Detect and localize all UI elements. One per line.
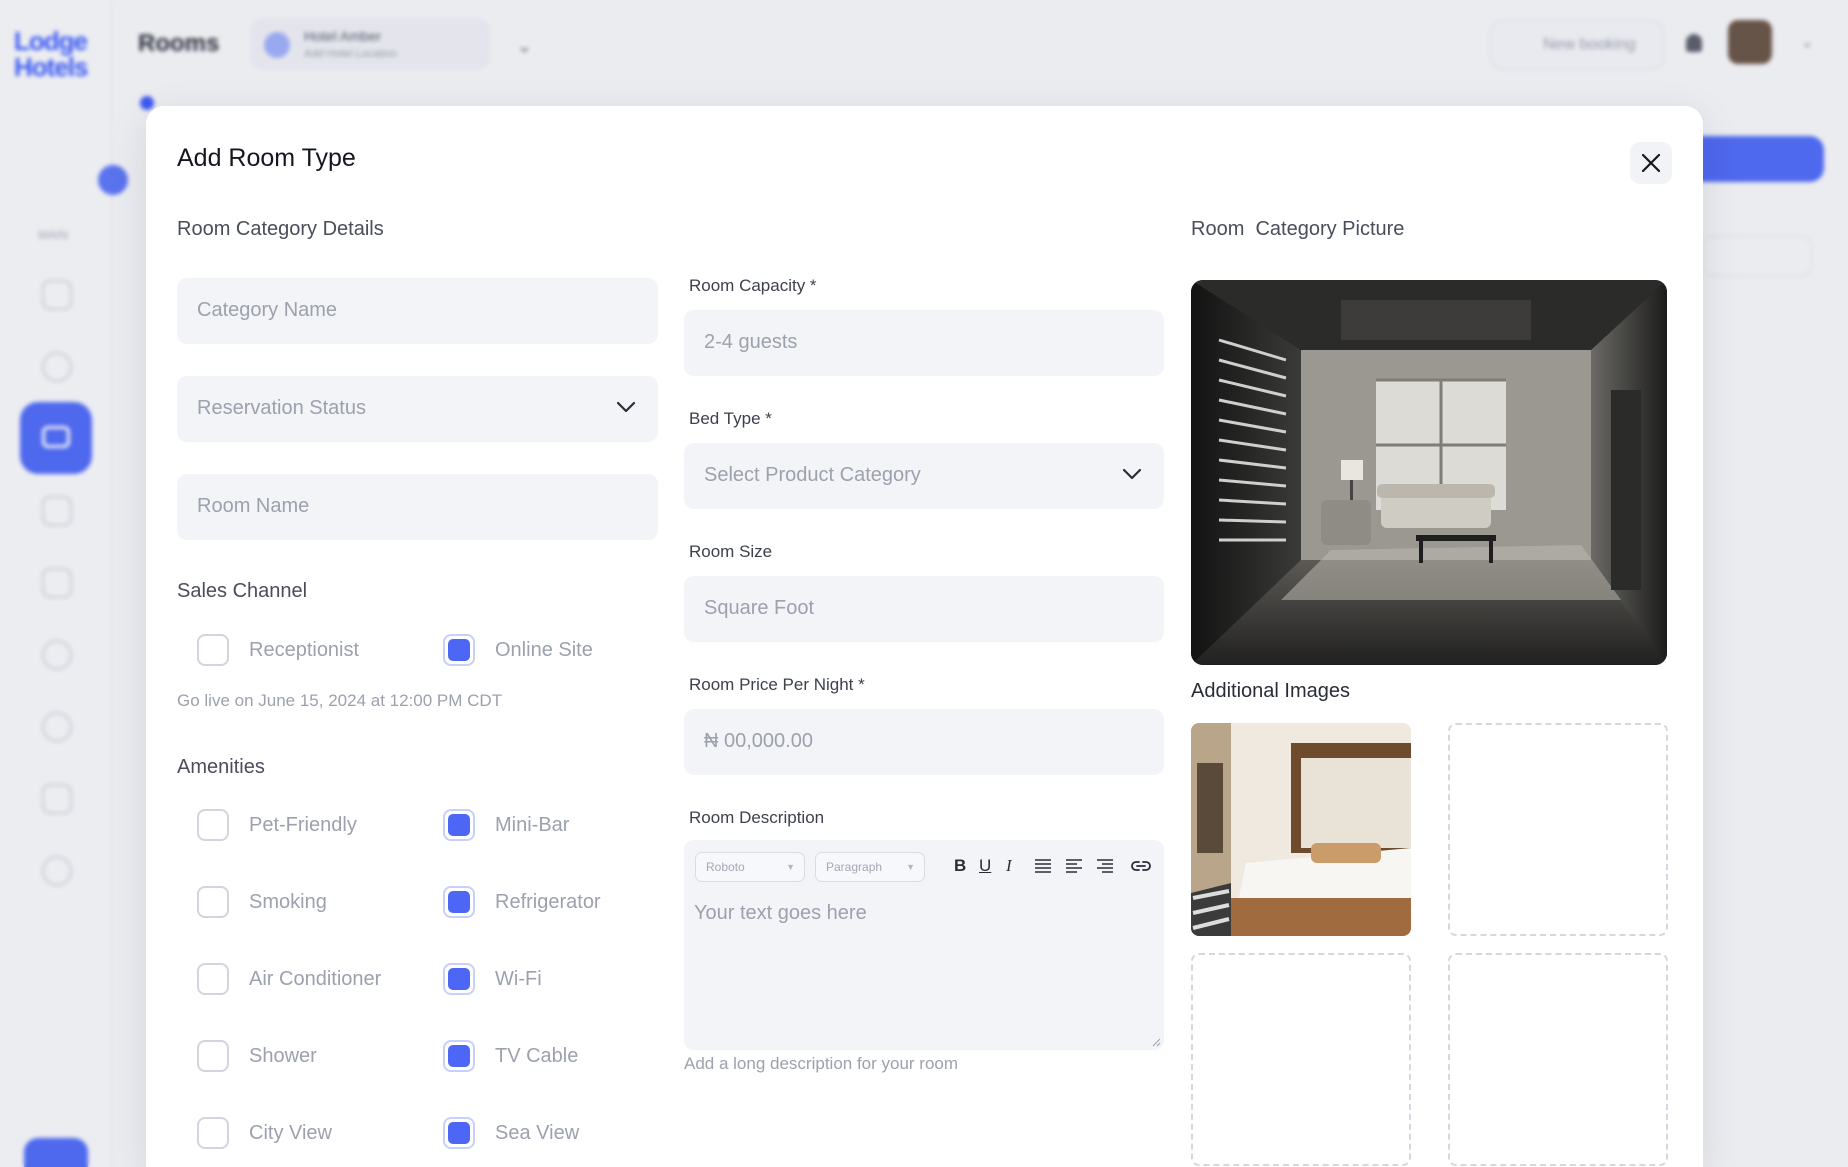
room-name-input[interactable]: Room Name bbox=[177, 474, 658, 540]
checkbox-box[interactable] bbox=[197, 963, 229, 995]
checkbox-box[interactable] bbox=[443, 886, 475, 918]
room-price-label: Room Price Per Night * bbox=[689, 675, 865, 694]
align-right-icon[interactable] bbox=[1096, 859, 1114, 873]
modal-title: Add Room Type bbox=[177, 144, 356, 172]
category-name-placeholder: Category Name bbox=[197, 299, 338, 321]
room-photo-image bbox=[1191, 280, 1667, 665]
checkbox-label: Mini-Bar bbox=[495, 813, 570, 836]
additional-image-1[interactable] bbox=[1191, 723, 1411, 936]
checkbox-box[interactable] bbox=[197, 1117, 229, 1149]
online-site-checkbox[interactable]: Online Site bbox=[443, 633, 593, 667]
room-size-label: Room Size bbox=[689, 542, 773, 561]
room-description-editor[interactable]: Roboto ▼ Paragraph ▼ B U I Your text goe… bbox=[684, 840, 1164, 1050]
checkbox-box[interactable] bbox=[443, 963, 475, 995]
bed-type-select[interactable]: Select Product Category bbox=[684, 443, 1164, 509]
room-category-picture[interactable] bbox=[1191, 280, 1667, 665]
checkbox-label: Air Conditioner bbox=[249, 967, 382, 990]
paragraph-style-value: Paragraph bbox=[826, 860, 883, 874]
room-category-picture-title: Room Category Picture bbox=[1191, 218, 1405, 240]
amenity-mini-bar-checkbox[interactable]: Mini-Bar bbox=[443, 808, 569, 842]
italic-icon[interactable]: I bbox=[1006, 856, 1012, 876]
room-size-input[interactable]: Square Foot bbox=[684, 576, 1164, 642]
add-room-type-modal: Add Room Type Room Category Details Cate… bbox=[146, 106, 1703, 1167]
receptionist-checkbox[interactable]: Receptionist bbox=[197, 633, 359, 667]
checkbox-label: Receptionist bbox=[249, 638, 360, 661]
reservation-status-select[interactable]: Reservation Status bbox=[177, 376, 658, 442]
add-image-slot-3[interactable] bbox=[1191, 953, 1411, 1166]
align-left-icon[interactable] bbox=[1065, 859, 1083, 873]
link-icon[interactable] bbox=[1130, 859, 1152, 873]
amenity-tv-cable-checkbox[interactable]: TV Cable bbox=[443, 1039, 578, 1073]
checkbox-box[interactable] bbox=[197, 1040, 229, 1072]
resize-handle-icon[interactable] bbox=[1151, 1037, 1161, 1047]
underline-icon[interactable]: U bbox=[979, 856, 991, 876]
description-hint: Add a long description for your room bbox=[684, 1054, 959, 1073]
close-icon bbox=[1641, 153, 1661, 173]
additional-images-title: Additional Images bbox=[1191, 680, 1350, 702]
font-family-value: Roboto bbox=[706, 860, 745, 874]
checkbox-box[interactable] bbox=[443, 1117, 475, 1149]
room-capacity-input[interactable]: 2-4 guests bbox=[684, 310, 1164, 376]
add-image-slot-4[interactable] bbox=[1448, 953, 1668, 1166]
category-name-input[interactable]: Category Name bbox=[177, 278, 658, 344]
room-price-placeholder: ₦ 00,000.00 bbox=[704, 730, 813, 752]
checkbox-box[interactable] bbox=[443, 809, 475, 841]
amenity-city-view-checkbox[interactable]: City View bbox=[197, 1116, 332, 1150]
checkbox-box[interactable] bbox=[197, 809, 229, 841]
bold-icon[interactable]: B bbox=[954, 856, 966, 876]
checkbox-box[interactable] bbox=[443, 1040, 475, 1072]
checkbox-label: Shower bbox=[249, 1044, 317, 1067]
bedroom-photo-image bbox=[1191, 723, 1411, 936]
room-capacity-placeholder: 2-4 guests bbox=[704, 331, 798, 353]
align-justify-icon[interactable] bbox=[1034, 859, 1052, 873]
checkbox-label: Online Site bbox=[495, 638, 593, 661]
amenity-air-conditioner-checkbox[interactable]: Air Conditioner bbox=[197, 962, 381, 996]
bed-type-placeholder: Select Product Category bbox=[704, 464, 921, 486]
room-name-placeholder: Room Name bbox=[197, 495, 310, 517]
amenity-smoking-checkbox[interactable]: Smoking bbox=[197, 885, 327, 919]
amenities-title: Amenities bbox=[177, 756, 265, 778]
amenity-refrigerator-checkbox[interactable]: Refrigerator bbox=[443, 885, 601, 919]
checkbox-label: Wi-Fi bbox=[495, 967, 542, 990]
room-size-placeholder: Square Foot bbox=[704, 597, 815, 619]
dropdown-triangle-icon: ▼ bbox=[786, 862, 795, 872]
room-price-input[interactable]: ₦ 00,000.00 bbox=[684, 709, 1164, 775]
add-image-slot-2[interactable] bbox=[1448, 723, 1668, 936]
reservation-status-placeholder: Reservation Status bbox=[197, 397, 366, 419]
amenity-sea-view-checkbox[interactable]: Sea View bbox=[443, 1116, 579, 1150]
checkbox-box[interactable] bbox=[443, 634, 475, 666]
room-category-details-title: Room Category Details bbox=[177, 218, 384, 240]
close-button[interactable] bbox=[1630, 142, 1672, 184]
checkbox-label: TV Cable bbox=[495, 1044, 579, 1067]
sales-channel-title: Sales Channel bbox=[177, 580, 308, 602]
checkbox-box[interactable] bbox=[197, 886, 229, 918]
font-family-select[interactable]: Roboto ▼ bbox=[695, 852, 805, 882]
amenity-wifi-checkbox[interactable]: Wi-Fi bbox=[443, 962, 542, 996]
go-live-hint: Go live on June 15, 2024 at 12:00 PM CDT bbox=[177, 691, 503, 710]
checkbox-label: Refrigerator bbox=[495, 890, 601, 913]
room-description-label: Room Description bbox=[689, 808, 825, 827]
amenity-pet-friendly-checkbox[interactable]: Pet-Friendly bbox=[197, 808, 357, 842]
bed-type-label: Bed Type * bbox=[689, 409, 772, 428]
dropdown-triangle-icon: ▼ bbox=[906, 862, 915, 872]
checkbox-label: City View bbox=[249, 1121, 332, 1144]
checkbox-label: Smoking bbox=[249, 890, 327, 913]
chevron-down-icon bbox=[616, 401, 636, 413]
paragraph-style-select[interactable]: Paragraph ▼ bbox=[815, 852, 925, 882]
checkbox-label: Pet-Friendly bbox=[249, 813, 357, 836]
description-placeholder: Your text goes here bbox=[694, 902, 867, 924]
checkbox-label: Sea View bbox=[495, 1121, 580, 1144]
checkbox-box[interactable] bbox=[197, 634, 229, 666]
room-capacity-label: Room Capacity * bbox=[689, 276, 817, 295]
amenity-shower-checkbox[interactable]: Shower bbox=[197, 1039, 317, 1073]
chevron-down-icon bbox=[1122, 468, 1142, 480]
